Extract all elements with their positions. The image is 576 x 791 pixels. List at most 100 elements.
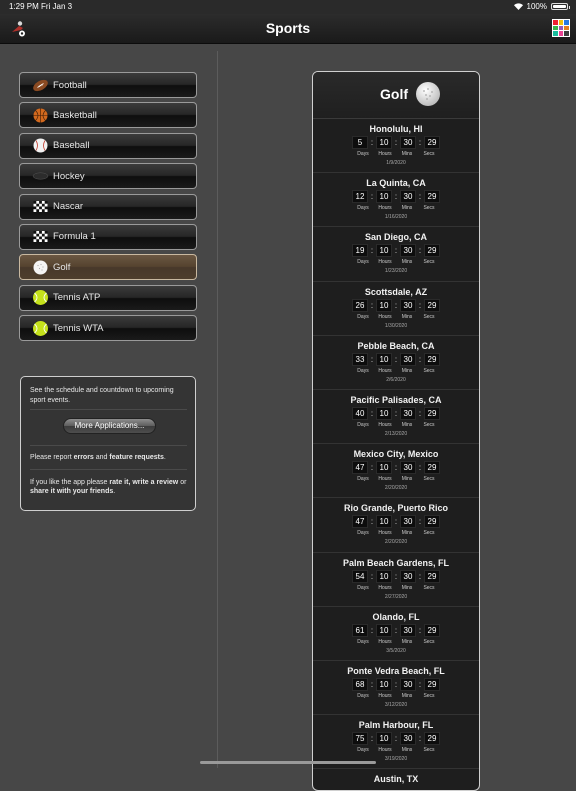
event-row[interactable]: San Diego, CA 19:10:30:29 Days Hours Mins Sec… [313,227,479,282]
countdown: 5:10:30:29 [313,136,479,149]
event-location: Ponte Vedra Beach, FL [347,665,445,676]
countdown: 33:10:30:29 [313,352,479,366]
countdown-hours: 10 [376,190,392,204]
unit-label: Hours [378,151,392,157]
unit-label: Mins [401,530,413,537]
sport-item-baseball[interactable]: Baseball [19,132,197,159]
unit-label: Secs [423,205,435,212]
report-errors-link[interactable]: errors [74,454,94,461]
event-row[interactable]: Pacific Palisades, CA 40:10:30:29 Days Hour… [313,390,479,445]
countdown-hours: 10 [376,623,392,637]
sport-item-formula-1[interactable]: Formula 1 [19,223,197,250]
unit-label: Days [357,584,369,591]
countdown-days: 26 [352,298,368,312]
event-row[interactable]: Pebble Beach, CA 33:10:30:29 Days Hours Mins… [313,336,479,390]
countdown: 26:10:30:29 [313,298,479,312]
hockey-puck-icon [32,168,49,185]
sport-item-hockey[interactable]: Hockey [19,163,197,190]
navigation-bar: Sports [0,14,576,44]
countdown-colon: : [418,679,422,689]
event-location: Pacific Palisades, CA [350,394,442,405]
event-row[interactable]: Palm Beach Gardens, FL 54:10:30:29 Days Hou… [313,553,479,607]
page-title: Sports [265,20,311,36]
countdown-colon: : [418,192,422,202]
countdown-mins: 30 [400,461,416,475]
countdown-mins: 30 [400,136,416,149]
sport-item-golf[interactable]: Golf [19,254,197,281]
countdown-mins: 30 [400,352,416,366]
countdown-units: Days Hours Mins Secs [313,259,479,265]
event-row[interactable]: Austin, TX [313,769,479,790]
sport-item-football[interactable]: Football [19,72,197,98]
countdown-colon: : [370,679,374,689]
countdown-hours: 10 [376,406,392,420]
event-row[interactable]: Honolulu, HI 5:10:30:29 Days Hours Mins Secs 1… [313,119,479,174]
unit-label: Secs [423,313,435,320]
unit-label: Days [357,638,369,645]
event-row[interactable]: Rio Grande, Puerto Rico 47:10:30:29 Days Ho… [313,498,479,553]
sport-item-label: Basketball [53,109,97,121]
rate-review-link[interactable]: rate it, write a review [109,479,178,486]
more-applications-button[interactable]: More Applications... [63,418,156,434]
countdown-hours: 10 [376,136,392,149]
unit-label: Days [357,205,369,212]
countdown-units: Days Hours Mins Secs [313,693,479,699]
share-link[interactable]: share it with your friends [30,488,113,495]
sport-item-tennis-atp[interactable]: Tennis ATP [19,284,197,311]
like-pre: If you like the app please [30,479,110,486]
sport-item-tennis-wta[interactable]: Tennis WTA [19,315,197,342]
event-row[interactable]: Ponte Vedra Beach, FL 68:10:30:29 Days Hour… [313,661,479,716]
countdown: 47:10:30:29 [313,515,479,529]
unit-label: Mins [401,259,413,266]
home-indicator[interactable] [200,761,376,764]
unit-label: Days [357,476,369,483]
countdown: 40:10:30:29 [313,406,479,420]
countdown-colon: : [418,354,422,364]
sport-item-label: Football [53,79,87,91]
event-row[interactable]: La Quinta, CA 12:10:30:29 Days Hours Mins Sec… [313,173,479,228]
countdown-secs: 29 [424,136,440,149]
countdown-colon: : [418,625,422,635]
apps-grid-icon[interactable] [552,19,570,37]
event-location: Olando, FL [372,611,420,622]
event-row[interactable]: Olando, FL 61:10:30:29 Days Hours Mins Secs 3/… [313,607,479,661]
countdown-mins: 30 [400,406,416,420]
countdown-units: Days Hours Mins Secs [313,585,479,591]
unit-label: Secs [423,421,435,428]
countdown-days: 12 [352,190,368,204]
countdown-colon: : [370,517,374,527]
sport-item-basketball[interactable]: Basketball [19,102,197,129]
countdown-secs: 29 [424,406,440,420]
countdown: 47:10:30:29 [313,461,479,475]
event-row[interactable]: Mexico City, Mexico 47:10:30:29 Days Hours M… [313,444,479,499]
sport-item-nascar[interactable]: Nascar [19,193,197,220]
status-date: Fri Jan 3 [41,2,73,11]
unit-label: Hours [378,584,392,591]
event-date: 2/20/2020 [384,539,408,546]
countdown-units: Days Hours Mins Secs [313,639,479,645]
countdown-colon: : [418,463,422,473]
like-text: If you like the app please rate it, writ… [30,478,189,496]
unit-label: Mins [401,421,413,428]
event-date: 2/13/2020 [384,430,408,437]
report-features-link[interactable]: feature requests [109,454,163,461]
countdown-colon: : [394,625,398,635]
report-and: and [93,454,110,461]
countdown-days: 33 [352,352,368,366]
countdown-hours: 10 [376,352,392,366]
countdown-colon: : [370,571,374,581]
event-row[interactable]: Scottsdale, AZ 26:10:30:29 Days Hours Mins Se… [313,282,479,336]
unit-label: Secs [423,638,435,645]
countdown-mins: 30 [400,623,416,637]
countdown: 75:10:30:29 [313,732,479,746]
unit-label: Secs [423,259,435,266]
event-date: 2/20/2020 [384,485,408,492]
wifi-icon [513,3,523,10]
unit-label: Days [357,747,369,754]
event-date: 2/6/2020 [386,376,406,383]
unit-label: Hours [378,476,392,483]
sport-item-label: Nascar [53,201,84,213]
countdown-colon: : [370,408,374,418]
checkered-flag-icon [32,228,49,245]
unit-label: Mins [401,584,413,591]
